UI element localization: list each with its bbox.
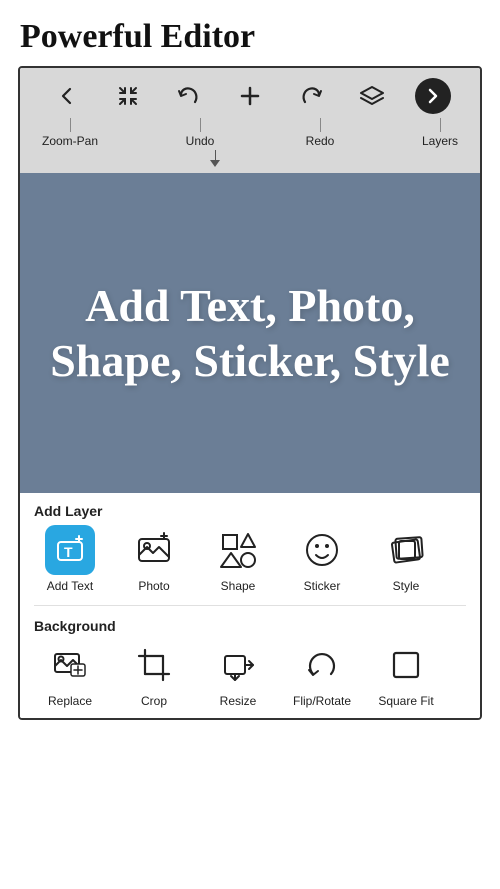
- undo-icon[interactable]: [171, 78, 207, 114]
- flip-rotate-icon: [297, 640, 347, 690]
- style-tool[interactable]: Style: [364, 525, 448, 593]
- svg-text:T: T: [64, 544, 73, 560]
- crop-label: Crop: [141, 694, 167, 708]
- add-icon[interactable]: [232, 78, 268, 114]
- replace-icon: [45, 640, 95, 690]
- undo-arrow: [20, 150, 480, 173]
- shape-label: Shape: [221, 579, 256, 593]
- resize-label: Resize: [220, 694, 257, 708]
- editor-container: Zoom-Pan Undo Redo Layers: [18, 66, 482, 720]
- shape-tool[interactable]: Shape: [196, 525, 280, 593]
- style-label: Style: [393, 579, 420, 593]
- crop-tool[interactable]: Crop: [112, 640, 196, 708]
- square-fit-icon: [381, 640, 431, 690]
- flip-rotate-tool[interactable]: Flip/Rotate: [280, 640, 364, 708]
- replace-tool[interactable]: Replace: [28, 640, 112, 708]
- square-fit-label: Square Fit: [378, 694, 433, 708]
- add-layer-section: Add Layer T Add Text: [20, 493, 480, 603]
- photo-icon: [129, 525, 179, 575]
- add-text-icon: T: [45, 525, 95, 575]
- resize-icon: [213, 640, 263, 690]
- photo-tool[interactable]: Photo: [112, 525, 196, 593]
- zoom-pan-label-group: Zoom-Pan: [30, 118, 110, 148]
- sticker-tool[interactable]: Sticker: [280, 525, 364, 593]
- style-icon: [381, 525, 431, 575]
- zoom-pan-icon[interactable]: [110, 78, 146, 114]
- shape-icon: [213, 525, 263, 575]
- replace-label: Replace: [48, 694, 92, 708]
- sticker-icon: [297, 525, 347, 575]
- sticker-label: Sticker: [304, 579, 341, 593]
- toolbar-labels-row: Zoom-Pan Undo Redo Layers: [20, 118, 480, 150]
- canvas-area: Add Text, Photo, Shape, Sticker, Style: [20, 173, 480, 493]
- photo-label: Photo: [138, 579, 169, 593]
- add-layer-title: Add Layer: [20, 493, 480, 525]
- redo-label: Redo: [306, 134, 335, 148]
- back-icon[interactable]: [49, 78, 85, 114]
- redo-icon[interactable]: [293, 78, 329, 114]
- crop-icon: [129, 640, 179, 690]
- toolbar: Zoom-Pan Undo Redo Layers: [20, 68, 480, 173]
- add-text-tool[interactable]: T Add Text: [28, 525, 112, 593]
- toolbar-icons-row: [20, 68, 480, 118]
- redo-label-group: Redo: [290, 118, 350, 148]
- undo-label: Undo: [186, 134, 215, 148]
- background-section: Background Replace: [20, 608, 480, 718]
- bottom-panel: Add Layer T Add Text: [20, 493, 480, 718]
- layers-label-group: Layers: [410, 118, 470, 148]
- flip-rotate-label: Flip/Rotate: [293, 694, 351, 708]
- layers-label: Layers: [422, 134, 458, 148]
- zoom-pan-label: Zoom-Pan: [42, 134, 98, 148]
- canvas-text: Add Text, Photo, Shape, Sticker, Style: [40, 278, 460, 388]
- layers-icon[interactable]: [354, 78, 390, 114]
- background-tools: Replace Crop: [20, 640, 480, 718]
- page-title: Powerful Editor: [0, 0, 500, 66]
- section-divider: [34, 605, 466, 606]
- next-icon[interactable]: [415, 78, 451, 114]
- background-title: Background: [20, 608, 480, 640]
- square-fit-tool[interactable]: Square Fit: [364, 640, 448, 708]
- add-text-label: Add Text: [47, 579, 93, 593]
- undo-label-group: Undo: [170, 118, 230, 148]
- resize-tool[interactable]: Resize: [196, 640, 280, 708]
- add-layer-tools: T Add Text: [20, 525, 480, 603]
